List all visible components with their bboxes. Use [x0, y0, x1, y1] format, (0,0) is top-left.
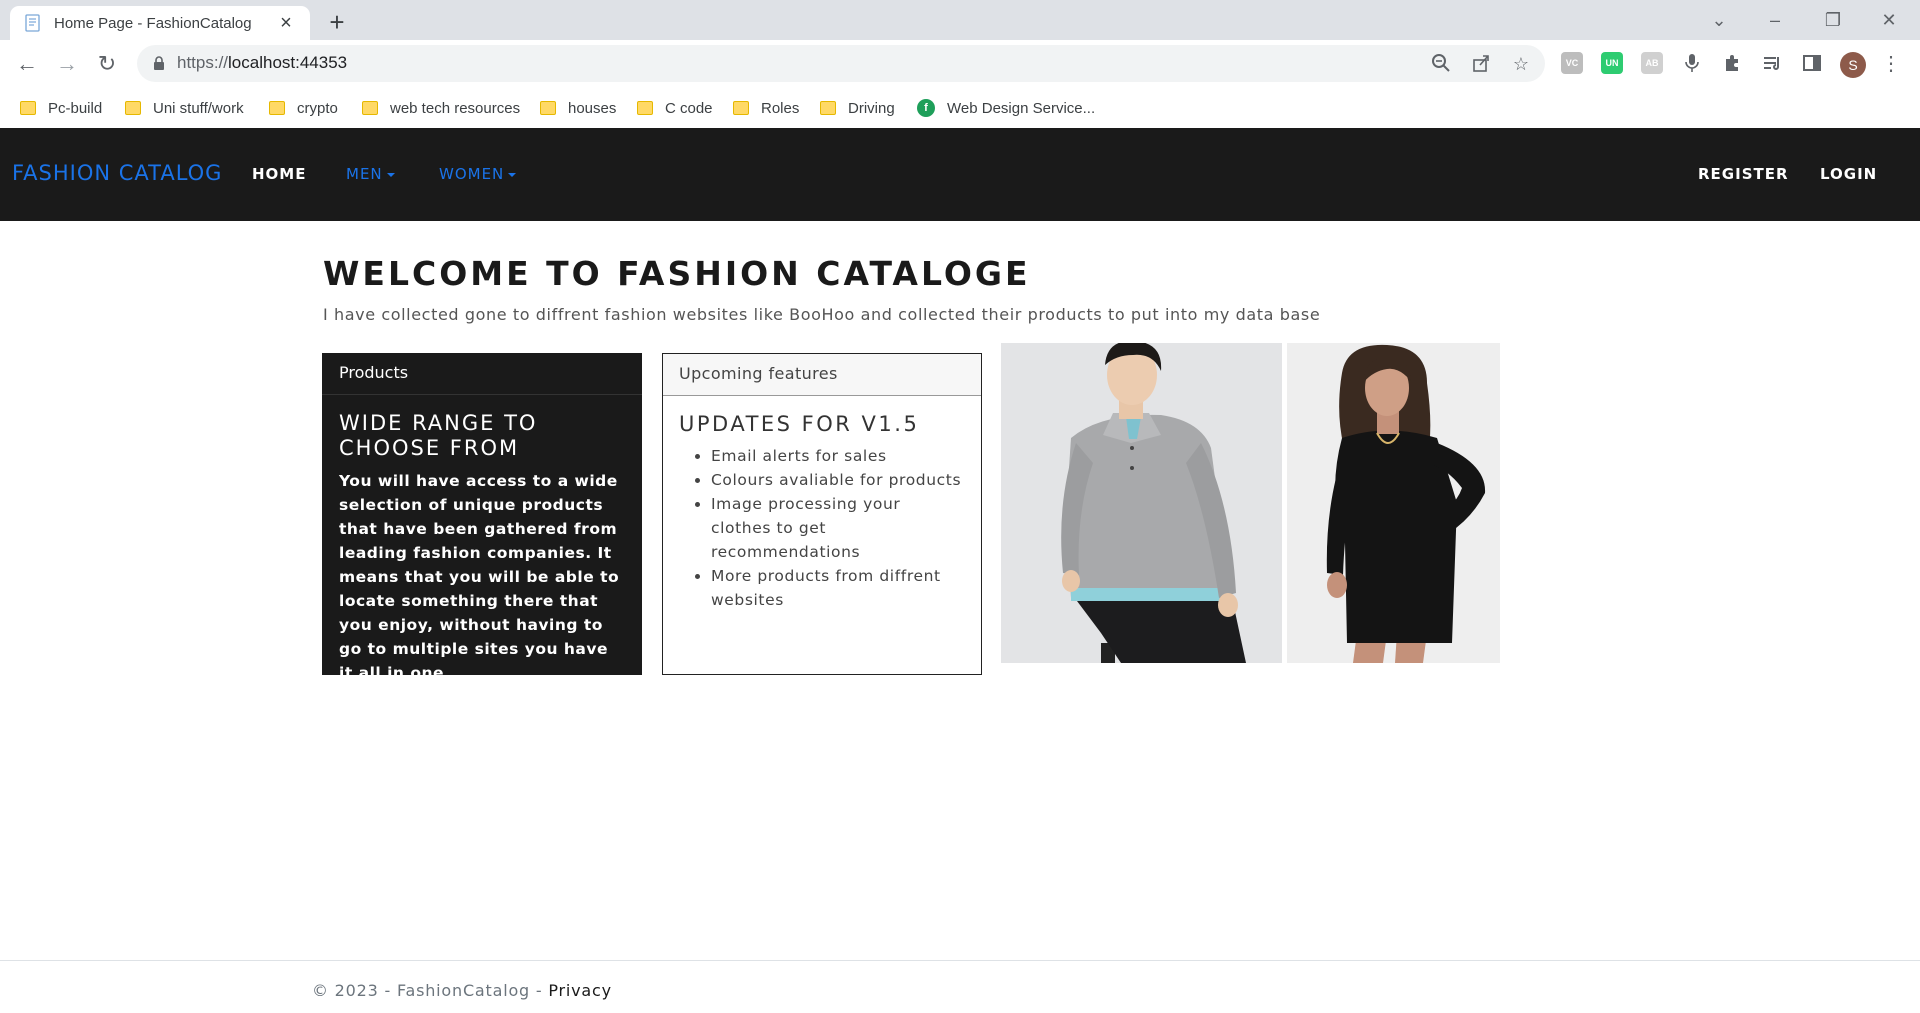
caret-down-icon: [508, 172, 517, 177]
nav-men-dropdown[interactable]: MEN: [346, 165, 395, 183]
nav-login[interactable]: LOGIN: [1820, 165, 1877, 183]
address-url[interactable]: https://localhost:44353: [177, 53, 347, 73]
profile-avatar[interactable]: S: [1840, 52, 1866, 78]
nav-home[interactable]: HOME: [252, 165, 306, 183]
features-list: Email alerts for sales Colours avaliable…: [663, 444, 981, 612]
bookmark-web-design[interactable]: f Web Design Service...: [917, 95, 1095, 121]
back-arrow-icon[interactable]: ←: [13, 50, 41, 78]
bookmark-label: C code: [665, 99, 713, 117]
list-item: Image processing your clothes to get rec…: [711, 492, 965, 564]
microphone-icon[interactable]: [1681, 53, 1703, 75]
bookmark-c-code[interactable]: C code: [637, 95, 713, 121]
bookmark-uni-stuff[interactable]: Uni stuff/work: [125, 95, 244, 121]
products-card-title: WIDE RANGE TO CHOOSE FROM: [339, 411, 538, 460]
browser-toolbar: ← → ↻ https://localhost:44353 ☆ VC UN AB…: [0, 40, 1920, 87]
extensions-puzzle-icon[interactable]: [1721, 53, 1743, 75]
nav-women-dropdown[interactable]: WOMEN: [439, 165, 517, 183]
products-card-text: You will have access to a wide selection…: [339, 472, 620, 682]
bookmark-label: Driving: [848, 99, 895, 117]
bookmark-roles[interactable]: Roles: [733, 95, 799, 121]
products-card-header: Products: [322, 353, 642, 395]
site-icon: f: [917, 99, 935, 117]
site-navbar: FASHION CATALOG HOME MEN WOMEN REGISTER …: [0, 128, 1920, 221]
folder-icon: [540, 101, 556, 115]
browser-tab-active[interactable]: Home Page - FashionCatalog ×: [10, 6, 310, 40]
brand-logo[interactable]: FASHION CATALOG: [12, 161, 222, 185]
tab-close-icon[interactable]: ×: [276, 13, 296, 33]
features-card: Upcoming features UPDATES FOR V1.5 Email…: [662, 353, 982, 675]
share-icon[interactable]: [1470, 53, 1492, 75]
folder-icon: [820, 101, 836, 115]
features-card-header: Upcoming features: [663, 354, 981, 396]
bookmark-houses[interactable]: houses: [540, 95, 616, 121]
page-title: WELCOME TO FASHION CATALOGE: [323, 254, 1031, 293]
list-item: Email alerts for sales: [711, 444, 965, 468]
folder-icon: [637, 101, 653, 115]
bookmark-star-icon[interactable]: ☆: [1510, 53, 1532, 75]
products-card: Products WIDE RANGE TO CHOOSE FROM You w…: [322, 353, 642, 682]
reload-icon[interactable]: ↻: [93, 50, 121, 78]
minimize-icon[interactable]: –: [1752, 4, 1798, 36]
bookmark-crypto[interactable]: crypto: [269, 95, 338, 121]
extension-vc-icon[interactable]: VC: [1561, 52, 1583, 74]
list-item: More products from diffrent websites: [711, 564, 965, 612]
bookmark-web-tech[interactable]: web tech resources: [362, 95, 520, 121]
list-item: Colours avaliable for products: [711, 468, 965, 492]
folder-icon: [20, 101, 36, 115]
page-favicon-icon: [24, 14, 42, 32]
url-host: localhost:44353: [228, 53, 348, 72]
new-tab-button[interactable]: +: [323, 8, 351, 36]
folder-icon: [269, 101, 285, 115]
forward-arrow-icon[interactable]: →: [53, 50, 81, 78]
caret-down-icon: [386, 172, 395, 177]
footer-text: © 2023 - FashionCatalog - Privacy: [312, 981, 612, 1000]
restore-icon[interactable]: ❐: [1810, 4, 1856, 36]
men-model-photo: [1001, 343, 1282, 663]
nav-register[interactable]: REGISTER: [1698, 165, 1789, 183]
privacy-link[interactable]: Privacy: [548, 981, 612, 1000]
bookmark-driving[interactable]: Driving: [820, 95, 895, 121]
media-queue-icon[interactable]: [1761, 53, 1783, 75]
folder-icon: [125, 101, 141, 115]
close-window-icon[interactable]: ✕: [1866, 4, 1912, 36]
chrome-menu-icon[interactable]: ⋮: [1880, 53, 1902, 75]
tab-search-chevron-icon[interactable]: ⌄: [1696, 4, 1742, 36]
page-lead: I have collected gone to diffrent fashio…: [323, 305, 1321, 324]
bookmark-label: Pc-build: [48, 99, 103, 117]
zoom-icon[interactable]: [1430, 53, 1452, 75]
features-card-title: UPDATES FOR V1.5: [679, 412, 920, 436]
bookmark-label: Uni stuff/work: [153, 99, 244, 117]
footer-copyright: © 2023 - FashionCatalog -: [312, 981, 549, 1000]
tab-title: Home Page - FashionCatalog: [54, 14, 252, 32]
bookmark-pc-build[interactable]: Pc-build: [20, 95, 102, 121]
folder-icon: [362, 101, 378, 115]
bookmark-label: Roles: [761, 99, 800, 117]
bookmark-label: Web Design Service...: [947, 99, 1096, 117]
extension-ab-icon[interactable]: AB: [1641, 52, 1663, 74]
extension-un-icon[interactable]: UN: [1601, 52, 1623, 74]
address-bar[interactable]: https://localhost:44353 ☆: [137, 45, 1545, 82]
bookmark-label: houses: [568, 99, 617, 117]
bookmarks-bar: Pc-build Uni stuff/work crypto web tech …: [0, 87, 1920, 128]
women-model-photo: [1287, 343, 1500, 663]
nav-men-label: MEN: [346, 165, 383, 183]
site-footer: © 2023 - FashionCatalog - Privacy: [0, 960, 1920, 1013]
folder-icon: [733, 101, 749, 115]
side-panel-icon[interactable]: [1801, 53, 1823, 75]
bookmark-label: crypto: [297, 99, 338, 117]
url-scheme: https://: [177, 53, 229, 72]
lock-icon: [153, 56, 165, 75]
nav-women-label: WOMEN: [439, 165, 505, 183]
browser-tabstrip: Home Page - FashionCatalog × + ⌄ – ❐ ✕: [0, 0, 1920, 40]
bookmark-label: web tech resources: [390, 99, 521, 117]
